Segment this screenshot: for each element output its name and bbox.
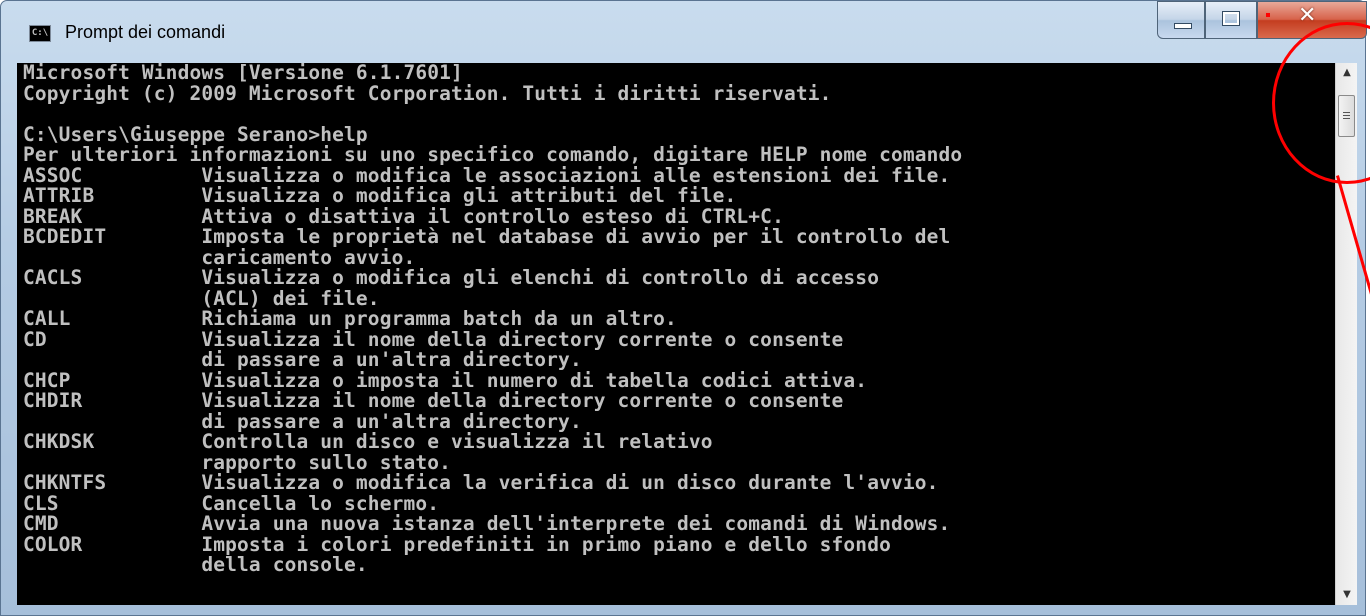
console-text: Microsoft Windows [Versione 6.1.7601] Cop… — [17, 63, 1335, 576]
console-line: di passare a un'altra directory. — [23, 409, 582, 433]
maximize-icon — [1222, 11, 1240, 26]
window-title: Prompt dei comandi — [65, 22, 226, 42]
minimize-button[interactable] — [1157, 1, 1205, 39]
console-line: ATTRIB Visualizza o modifica gli attribu… — [23, 184, 737, 207]
title-bar[interactable]: C:\ Prompt dei comandi ✕ — [1, 1, 1367, 63]
console-line: C:\Users\Giuseppe Serano>help — [23, 122, 368, 146]
console-line: CHKDSK Controlla un disco e visualizza i… — [23, 430, 713, 453]
app-icon-text: C:\ — [31, 28, 49, 38]
annotation-dot — [1266, 13, 1270, 17]
console-line: rapporto sullo stato. — [23, 450, 452, 474]
console-line: CMD Avvia una nuova istanza dell'interpr… — [23, 512, 951, 535]
console-line: CALL Richiama un programma batch da un a… — [23, 307, 677, 330]
minimize-icon — [1174, 23, 1192, 29]
maximize-button[interactable] — [1205, 1, 1257, 39]
console-line: (ACL) dei file. — [23, 286, 380, 310]
console-line: CHKNTFS Visualizza o modifica la verific… — [23, 471, 939, 494]
console-line: CHDIR Visualizza il nome della directory… — [23, 389, 844, 412]
console-line: di passare a un'altra directory. — [23, 348, 582, 371]
console-line: Per ulteriori informazioni su uno specif… — [23, 143, 963, 166]
console-line: CD Visualizza il nome della directory co… — [23, 327, 844, 351]
console-line: CACLS Visualizza o modifica gli elenchi … — [23, 266, 880, 289]
console-line: CLS Cancella lo schermo. — [23, 491, 440, 515]
console-line: Copyright (c) 2009 Microsoft Corporation… — [23, 81, 832, 105]
console-output[interactable]: Microsoft Windows [Versione 6.1.7601] Cop… — [17, 63, 1335, 605]
console-line: BREAK Attiva o disattiva il controllo es… — [23, 204, 784, 228]
console-line: Microsoft Windows [Versione 6.1.7601] — [23, 63, 463, 84]
close-icon: ✕ — [1298, 3, 1317, 28]
console-line: caricamento avvio. — [23, 245, 416, 269]
console-line: CHCP Visualizza o imposta il numero di t… — [23, 368, 868, 392]
console-line: ASSOC Visualizza o modifica le associazi… — [23, 163, 951, 187]
console-line: BCDEDIT Imposta le proprietà nel databas… — [23, 225, 951, 248]
console-line: della console. — [23, 553, 368, 576]
scroll-down-arrow-icon[interactable]: ▼ — [1336, 585, 1358, 605]
console-line: COLOR Imposta i colori predefiniti in pr… — [23, 532, 891, 556]
cmd-app-icon[interactable]: C:\ — [29, 25, 51, 42]
console-window: C:\ Prompt dei comandi ✕ Microsoft Windo… — [0, 0, 1367, 616]
